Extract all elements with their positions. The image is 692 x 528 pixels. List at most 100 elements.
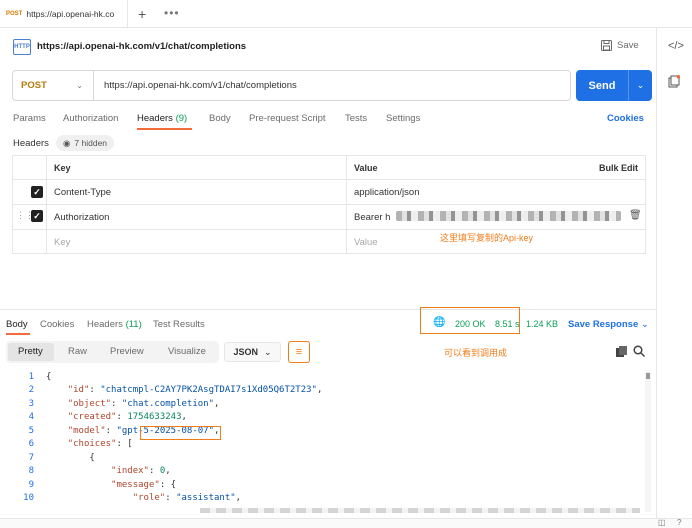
- column-key-header: Key: [54, 163, 71, 173]
- header-value-cell[interactable]: Bearer h: [354, 212, 390, 223]
- docs-icon[interactable]: [668, 75, 681, 91]
- line-number: 3: [28, 399, 34, 409]
- method-label: POST: [21, 80, 47, 91]
- header-value-cell[interactable]: application/json: [354, 187, 420, 198]
- right-sidebar: [656, 28, 692, 518]
- table-divider: [12, 204, 646, 205]
- line-number: 1: [28, 372, 34, 382]
- format-visualize[interactable]: Visualize: [168, 346, 206, 357]
- tab-authorization[interactable]: Authorization: [63, 113, 118, 124]
- line-number: 9: [28, 480, 34, 490]
- code-line: "choices": [: [67, 439, 133, 449]
- active-response-tab-indicator: [6, 333, 30, 335]
- globe-icon[interactable]: 🌐: [433, 317, 445, 328]
- header-key-cell[interactable]: Authorization: [54, 212, 109, 223]
- tab-name: https://api.openai-hk.co: [26, 9, 115, 19]
- tab-pre-request-script[interactable]: Pre-request Script: [249, 113, 326, 124]
- format-raw[interactable]: Raw: [68, 346, 87, 357]
- line-number: 4: [28, 412, 34, 422]
- help-icon[interactable]: ?: [677, 518, 681, 527]
- save-icon: [601, 40, 612, 51]
- line-number: 8: [28, 466, 34, 476]
- hidden-count: 7 hidden: [74, 138, 108, 148]
- url-input[interactable]: https://api.openai-hk.com/v1/chat/comple…: [104, 80, 297, 91]
- row-enable-checkbox[interactable]: ✓: [31, 210, 43, 222]
- hidden-headers-toggle[interactable]: ◉ 7 hidden: [56, 135, 115, 151]
- table-divider: [46, 155, 47, 254]
- request-title[interactable]: https://api.openai-hk.com/v1/chat/comple…: [37, 41, 246, 52]
- code-line: "index": 0,: [111, 466, 171, 476]
- tab-body[interactable]: Body: [209, 113, 231, 124]
- line-number: 5: [28, 426, 34, 436]
- code-line: "created": 1754633243,: [67, 412, 187, 422]
- redacted-content-line: [200, 508, 640, 513]
- save-response-button[interactable]: Save Response ⌄: [568, 319, 649, 330]
- save-label: Save: [617, 40, 639, 51]
- more-dots-icon[interactable]: •••: [164, 6, 180, 20]
- success-annotation: 可以看到调用成: [444, 348, 508, 358]
- response-tab-body[interactable]: Body: [6, 319, 28, 330]
- response-tab-cookies[interactable]: Cookies: [40, 319, 74, 330]
- tab-tests[interactable]: Tests: [345, 113, 367, 124]
- vertical-scrollbar[interactable]: [645, 372, 651, 512]
- search-icon[interactable]: [633, 345, 646, 360]
- table-divider: [12, 179, 646, 180]
- response-size[interactable]: 1.24 KB: [526, 319, 558, 329]
- response-divider: [0, 309, 656, 310]
- chevron-down-icon: ⌄: [76, 81, 83, 90]
- save-button[interactable]: Save: [601, 40, 639, 51]
- copy-icon[interactable]: [616, 346, 627, 360]
- tab-method: POST: [6, 11, 23, 17]
- trash-icon[interactable]: 🗑: [629, 210, 642, 221]
- header-key-cell[interactable]: Content-Type: [54, 187, 111, 198]
- active-tab-indicator: [137, 128, 192, 130]
- code-icon[interactable]: </>: [668, 40, 684, 52]
- send-button[interactable]: Send ⌄: [576, 70, 652, 101]
- code-line: "object": "chat.completion",: [67, 399, 220, 409]
- tab-params[interactable]: Params: [13, 113, 46, 124]
- line-number: 2: [28, 385, 34, 395]
- format-pretty[interactable]: Pretty: [18, 346, 43, 357]
- status-code[interactable]: 200 OK: [455, 319, 486, 329]
- format-preview[interactable]: Preview: [110, 346, 144, 357]
- wrap-icon[interactable]: ≡: [288, 341, 310, 363]
- http-request-icon: HTTP: [13, 39, 31, 55]
- bulk-edit-button[interactable]: Bulk Edit: [599, 163, 638, 173]
- method-select[interactable]: POST ⌄: [12, 70, 94, 101]
- headers-count: (9): [175, 113, 188, 124]
- headers-section-label: Headers: [13, 138, 49, 149]
- code-line: "id": "chatcmpl-C2AY7PK2AsgTDAI7s1Xd05Q6…: [67, 385, 323, 395]
- format-type-select[interactable]: JSON ⌄: [224, 342, 281, 362]
- column-value-header: Value: [354, 163, 378, 173]
- code-line: {: [46, 372, 52, 382]
- response-tab-headers[interactable]: Headers (11): [87, 319, 142, 330]
- status-bar: [0, 518, 692, 528]
- request-tab[interactable]: POST https://api.openai-hk.co: [0, 0, 128, 28]
- chevron-down-icon: ⌄: [263, 346, 272, 357]
- redacted-api-key: [396, 211, 621, 221]
- new-key-input[interactable]: Key: [54, 237, 70, 248]
- send-label: Send: [588, 79, 616, 92]
- cookies-link[interactable]: Cookies: [607, 113, 644, 124]
- eye-icon: ◉: [63, 137, 71, 148]
- line-number: 10: [23, 493, 34, 503]
- row-enable-checkbox[interactable]: ✓: [31, 186, 43, 198]
- code-line: "role": "assistant",: [132, 493, 242, 503]
- table-divider: [12, 229, 646, 230]
- code-line: {: [46, 453, 95, 463]
- layout-icon[interactable]: ◫: [658, 518, 666, 527]
- code-line: "message": {: [111, 480, 177, 490]
- line-number: 6: [28, 439, 34, 449]
- tab-headers[interactable]: Headers (9): [137, 113, 187, 124]
- tab-settings[interactable]: Settings: [386, 113, 420, 124]
- table-divider: [346, 155, 347, 254]
- send-options-chevron-icon[interactable]: ⌄: [628, 70, 652, 101]
- new-value-input[interactable]: Value: [354, 237, 378, 248]
- line-number: 7: [28, 453, 34, 463]
- response-time[interactable]: 8.51 s: [495, 319, 520, 329]
- model-highlight: [140, 426, 221, 440]
- api-key-annotation: 这里填写复制的Api-key: [440, 233, 534, 243]
- response-tab-test-results[interactable]: Test Results: [153, 319, 205, 330]
- scrollbar-thumb[interactable]: [646, 373, 650, 379]
- plus-icon[interactable]: +: [138, 6, 146, 22]
